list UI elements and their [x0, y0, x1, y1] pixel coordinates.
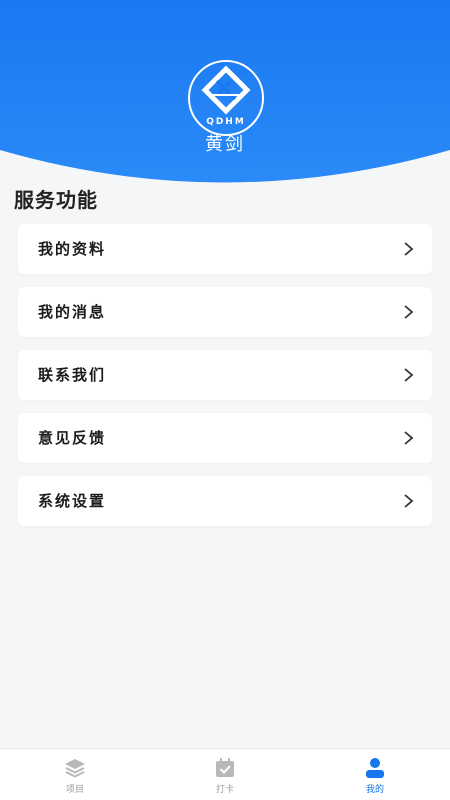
- tab-projects[interactable]: 项目: [0, 749, 150, 800]
- chevron-right-icon: [404, 242, 414, 256]
- chevron-right-icon: [404, 305, 414, 319]
- chevron-right-icon: [404, 494, 414, 508]
- menu-item-label: 我的消息: [38, 303, 107, 321]
- menu-item-label: 联系我们: [38, 366, 107, 384]
- menu-item-label: 意见反馈: [38, 429, 107, 447]
- calendar-check-icon: [216, 758, 234, 777]
- profile-header: QDHM 黄剑: [0, 0, 450, 200]
- chevron-right-icon: [404, 431, 414, 445]
- menu-item-contact-us[interactable]: 联系我们: [18, 350, 432, 400]
- menu-item-label: 我的资料: [38, 240, 107, 258]
- username: 黄剑: [205, 134, 245, 155]
- section-title: 服务功能: [14, 188, 98, 212]
- tab-label: 项目: [65, 785, 84, 795]
- menu-item-system-settings[interactable]: 系统设置: [18, 476, 432, 526]
- tab-label: 打卡: [215, 785, 234, 795]
- chevron-right-icon: [404, 368, 414, 382]
- layers-icon: [65, 759, 85, 778]
- company-logo: QDHM: [187, 59, 265, 137]
- tab-label: 我的: [365, 785, 384, 795]
- tab-check-in[interactable]: 打卡: [150, 749, 300, 800]
- user-icon: [366, 758, 384, 778]
- menu-item-feedback[interactable]: 意见反馈: [18, 413, 432, 463]
- tab-mine[interactable]: 我的: [300, 749, 450, 800]
- menu-item-my-profile[interactable]: 我的资料: [18, 224, 432, 274]
- bottom-tab-bar: 项目 打卡 我的: [0, 748, 450, 800]
- logo-text: QDHM: [206, 117, 246, 127]
- menu-item-label: 系统设置: [38, 492, 107, 510]
- menu-item-my-messages[interactable]: 我的消息: [18, 287, 432, 337]
